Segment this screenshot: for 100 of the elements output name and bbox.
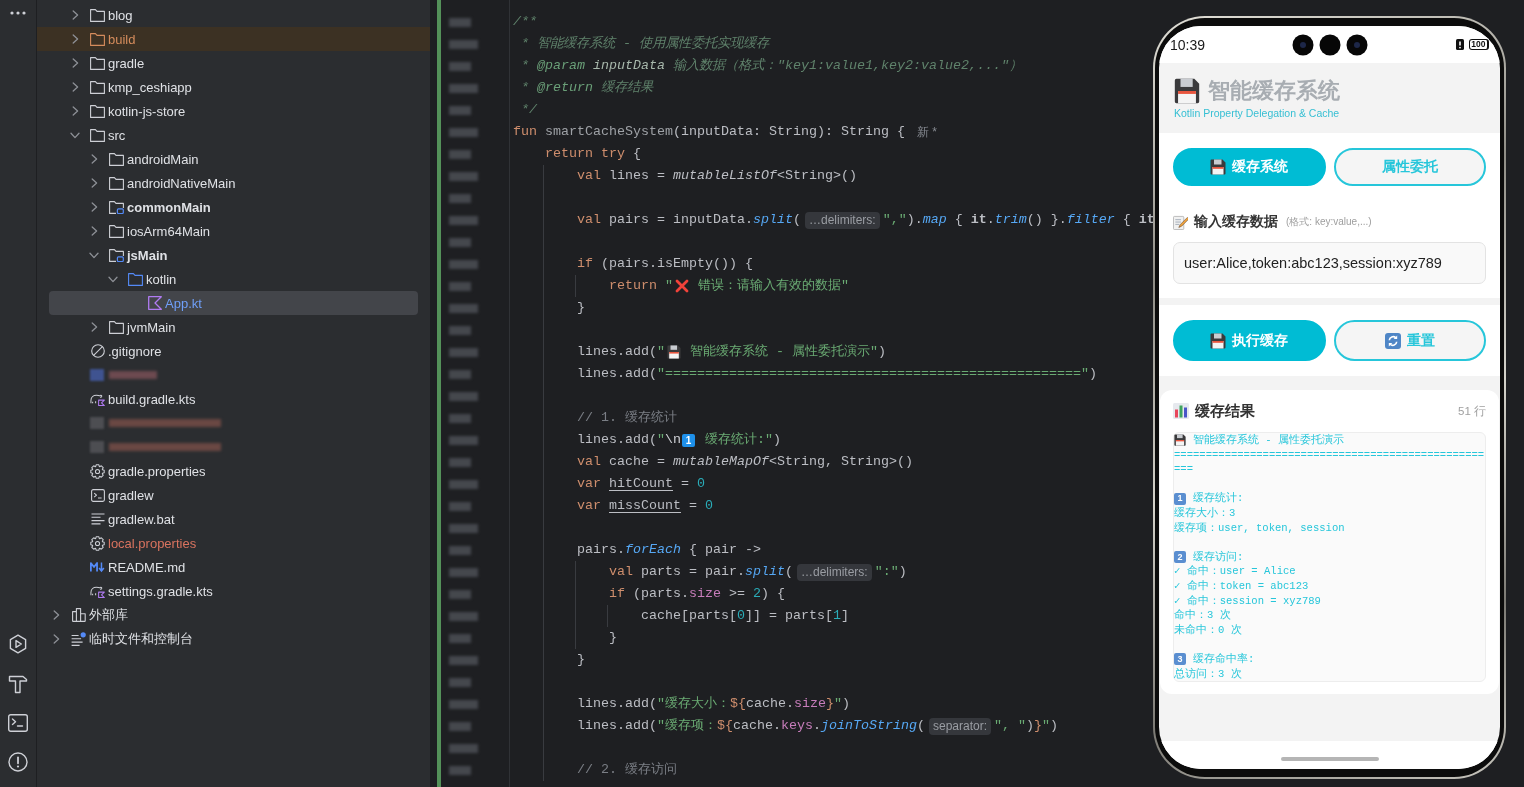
chevron-right-icon[interactable] <box>90 226 98 236</box>
tree-item[interactable]: gradlew <box>37 483 430 507</box>
code-text: ",").map { it.trim() }.filter { it <box>882 211 1155 229</box>
chevron-right-icon[interactable] <box>90 178 98 188</box>
play-icon[interactable] <box>8 634 28 654</box>
tree-item[interactable]: 外部库 <box>37 603 430 627</box>
script-file-icon <box>90 392 105 406</box>
tree-item[interactable]: androidNativeMain <box>37 171 430 195</box>
tree-item[interactable]: src <box>37 123 430 147</box>
tree-item[interactable]: App.kt <box>49 291 418 315</box>
output-line: 缓存命中率: <box>1193 651 1255 667</box>
chevron-right-icon[interactable] <box>71 10 79 20</box>
line-count: 51 行 <box>1458 403 1486 419</box>
tree-item[interactable]: kotlin-js-store <box>37 99 430 123</box>
folder-icon <box>90 80 105 94</box>
tree-item[interactable]: blog <box>37 3 430 27</box>
more-icon[interactable] <box>10 11 26 15</box>
results-title: 缓存结果 <box>1195 401 1255 421</box>
code-text: var hitCount = 0 <box>577 475 705 493</box>
folder-icon <box>90 32 105 46</box>
tree-item[interactable]: gradlew.bat <box>37 507 430 531</box>
code-text: lines.add(" <box>577 343 665 361</box>
chevron-right-icon[interactable] <box>71 106 79 116</box>
code-text: lines.add("\n <box>577 431 681 449</box>
alert-icon <box>1455 39 1464 50</box>
chevron-right-icon[interactable] <box>90 202 98 212</box>
tree-item[interactable]: README.md <box>37 555 430 579</box>
chevron-right-icon[interactable] <box>71 58 79 68</box>
exclamation-circle-icon[interactable] <box>8 752 28 772</box>
output-line: ✓ 命中：token = abc123 <box>1174 578 1310 594</box>
folder-icon <box>128 272 143 286</box>
folder-icon <box>109 320 124 334</box>
code-text: pairs.forEach { pair -> <box>577 541 761 559</box>
code-text: var missCount = 0 <box>577 497 713 515</box>
gear-icon <box>90 463 105 479</box>
output-line: 未命中：0 次 <box>1174 622 1243 638</box>
tree-item[interactable]: .gitignore <box>37 339 430 363</box>
input-field[interactable]: user:Alice,token:abc123,session:xyz789 <box>1173 242 1486 284</box>
folder-icon <box>90 128 105 142</box>
cross-mark-icon <box>675 279 689 293</box>
code-text: lines.add("缓存大小：${cache.size}") <box>577 695 850 713</box>
tree-item[interactable]: androidMain <box>37 147 430 171</box>
file-icon <box>147 296 162 310</box>
tree-item[interactable]: gradle.properties <box>37 459 430 483</box>
gear-icon <box>90 535 105 551</box>
tree-item[interactable]: 临时文件和控制台 <box>37 627 430 651</box>
app-title: 智能缓存系统 <box>1208 78 1340 104</box>
list-icon <box>71 632 86 646</box>
output-line: 缓存大小：3 <box>1174 505 1237 521</box>
hammer-icon[interactable] <box>8 674 28 694</box>
chevron-right-icon[interactable] <box>90 154 98 164</box>
script-file-icon <box>90 584 105 598</box>
tree-item[interactable]: jsMain <box>37 243 430 267</box>
output-line: 命中：3 次 <box>1174 608 1232 623</box>
format-hint: (格式: key:value,...) <box>1286 215 1372 229</box>
output-line: 缓存统计: <box>1193 491 1244 506</box>
code-text: * @return 缓存结果 <box>521 79 653 97</box>
code-text: val parts = pair.split( <box>609 563 793 581</box>
folder-icon <box>109 152 124 166</box>
chevron-right-icon[interactable] <box>52 610 60 620</box>
terminal-icon <box>90 488 105 502</box>
folder-icon <box>109 224 124 238</box>
code-text: if (pairs.isEmpty()) { <box>577 255 753 273</box>
code-text: } <box>577 651 585 669</box>
chevron-down-icon[interactable] <box>108 275 118 283</box>
tree-item[interactable]: gradle <box>37 51 430 75</box>
output-line: ✓ 命中：user = Alice <box>1174 564 1297 579</box>
code-text: // 1. 缓存统计 <box>577 409 677 427</box>
code-text: 错误：请输入有效的数据" <box>697 277 849 295</box>
prohibited-icon <box>90 344 105 358</box>
code-text: * 智能缓存系统 - 使用属性委托实现缓存 <box>521 35 769 53</box>
number-keycap: 1 <box>1174 492 1186 505</box>
tree-item[interactable]: local.properties <box>37 531 430 555</box>
tree-item[interactable]: commonMain <box>37 195 430 219</box>
app-subtitle: Kotlin Property Delegation & Cache <box>1174 107 1341 120</box>
code-text: 缓存统计:") <box>703 431 781 449</box>
tree-item[interactable]: kotlin <box>37 267 430 291</box>
code-text: ", ")}") <box>994 717 1058 735</box>
code-text: return try { <box>545 145 641 163</box>
parameter-hint: …delimiters: <box>804 211 880 229</box>
chevron-down-icon[interactable] <box>89 251 99 259</box>
tree-item[interactable]: kmp_ceshiapp <box>37 75 430 99</box>
code-text: 智能缓存系统 - 属性委托演示") <box>688 343 886 361</box>
code-text: lines.add("====================================================") <box>577 365 1097 383</box>
parameter-hint: separator: <box>928 717 991 735</box>
tree-item[interactable]: build <box>37 27 430 51</box>
code-text: val cache = mutableMapOf<String, String>() <box>577 453 913 471</box>
chevron-right-icon[interactable] <box>90 322 98 332</box>
chevron-right-icon[interactable] <box>71 34 79 44</box>
chevron-right-icon[interactable] <box>71 82 79 92</box>
output-line: 缓存项：user, token, session <box>1174 520 1346 536</box>
folder-icon <box>90 104 105 118</box>
tree-item[interactable]: iosArm64Main <box>37 219 430 243</box>
tree-item[interactable]: build.gradle.kts <box>37 387 430 411</box>
tree-item[interactable]: jvmMain <box>37 315 430 339</box>
chevron-right-icon[interactable] <box>52 634 60 644</box>
chevron-down-icon[interactable] <box>70 131 80 139</box>
tree-item[interactable]: settings.gradle.kts <box>37 579 430 603</box>
code-text: * @param inputData 输入数据（格式："key1:value1,key2:value2,..."） <box>521 57 1022 75</box>
terminal-icon[interactable] <box>8 714 28 732</box>
